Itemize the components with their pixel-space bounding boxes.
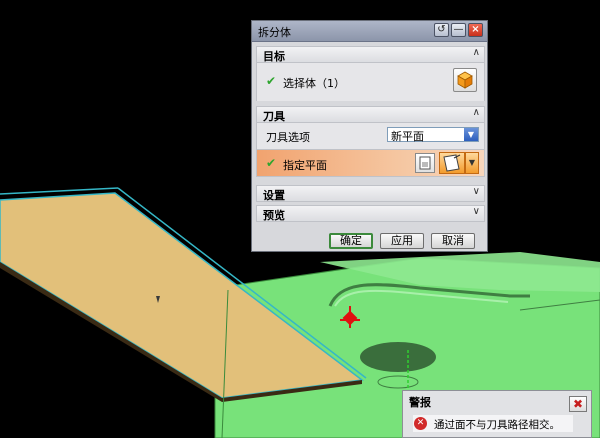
section-tool-label: 刀具 (263, 110, 285, 123)
minimize-icon[interactable]: — (451, 23, 466, 37)
warning-message-row: ✕ 通过面不与刀具路径相交。 (413, 415, 573, 432)
close-icon[interactable]: ✖ (569, 396, 587, 412)
dialog-title: 拆分体 (258, 26, 291, 39)
chevron-up-icon[interactable]: ∧ (473, 107, 480, 118)
error-icon: ✕ (414, 417, 427, 430)
chevron-up-icon[interactable]: ∧ (473, 47, 480, 58)
dialog-titlebar[interactable]: 拆分体 ↺ — × (252, 21, 487, 42)
section-preview-header[interactable]: 预览 ∨ (256, 205, 485, 222)
section-settings-header[interactable]: 设置 ∨ (256, 185, 485, 202)
apply-button[interactable]: 应用 (380, 233, 424, 249)
check-icon: ✔ (266, 74, 277, 88)
section-target-body: ✔ 选择体（1） (256, 63, 485, 101)
chevron-down-icon[interactable]: ∨ (473, 206, 480, 217)
specify-plane-row[interactable]: ✔ 指定平面 ▼ (256, 149, 485, 177)
close-icon[interactable]: × (468, 23, 483, 37)
section-target-label: 目标 (263, 50, 285, 63)
section-preview-label: 预览 (263, 209, 285, 222)
check-icon: ✔ (266, 156, 277, 170)
warning-title: 警报 (409, 396, 431, 409)
section-tool-header[interactable]: 刀具 ∧ (256, 106, 485, 123)
tool-option-value: 新平面 (391, 130, 424, 143)
hole-feature (360, 342, 436, 372)
chevron-down-icon[interactable]: ∨ (473, 186, 480, 197)
tool-plane-outline (0, 187, 119, 195)
body-select-button[interactable] (453, 68, 477, 92)
plane-select-icon[interactable] (439, 152, 465, 174)
warning-message: 通过面不与刀具路径相交。 (434, 419, 560, 431)
section-settings-label: 设置 (263, 189, 285, 202)
dropdown-arrow-icon[interactable]: ▼ (464, 128, 478, 141)
split-body-dialog: 拆分体 ↺ — × 目标 ∧ ✔ 选择体（1） 刀具 ∧ 刀具选项 新平面 ▼ … (251, 20, 488, 252)
section-target-header[interactable]: 目标 ∧ (256, 46, 485, 63)
specify-plane-label: 指定平面 (283, 159, 327, 172)
plane-dialog-icon[interactable] (415, 153, 435, 173)
warning-popup: 警报 ✖ ✕ 通过面不与刀具路径相交。 (402, 390, 592, 438)
tool-option-select[interactable]: 新平面 ▼ (387, 127, 479, 143)
section-tool-body: 刀具选项 新平面 ▼ (256, 123, 485, 149)
cancel-button[interactable]: 取消 (431, 233, 475, 249)
ok-button[interactable]: 确定 (329, 233, 373, 249)
reset-icon[interactable]: ↺ (434, 23, 449, 37)
select-body-label: 选择体（1） (283, 77, 345, 90)
tool-option-label: 刀具选项 (266, 131, 310, 144)
plane-options-dropdown-icon[interactable]: ▼ (465, 152, 479, 174)
body-select-icon (457, 71, 473, 89)
